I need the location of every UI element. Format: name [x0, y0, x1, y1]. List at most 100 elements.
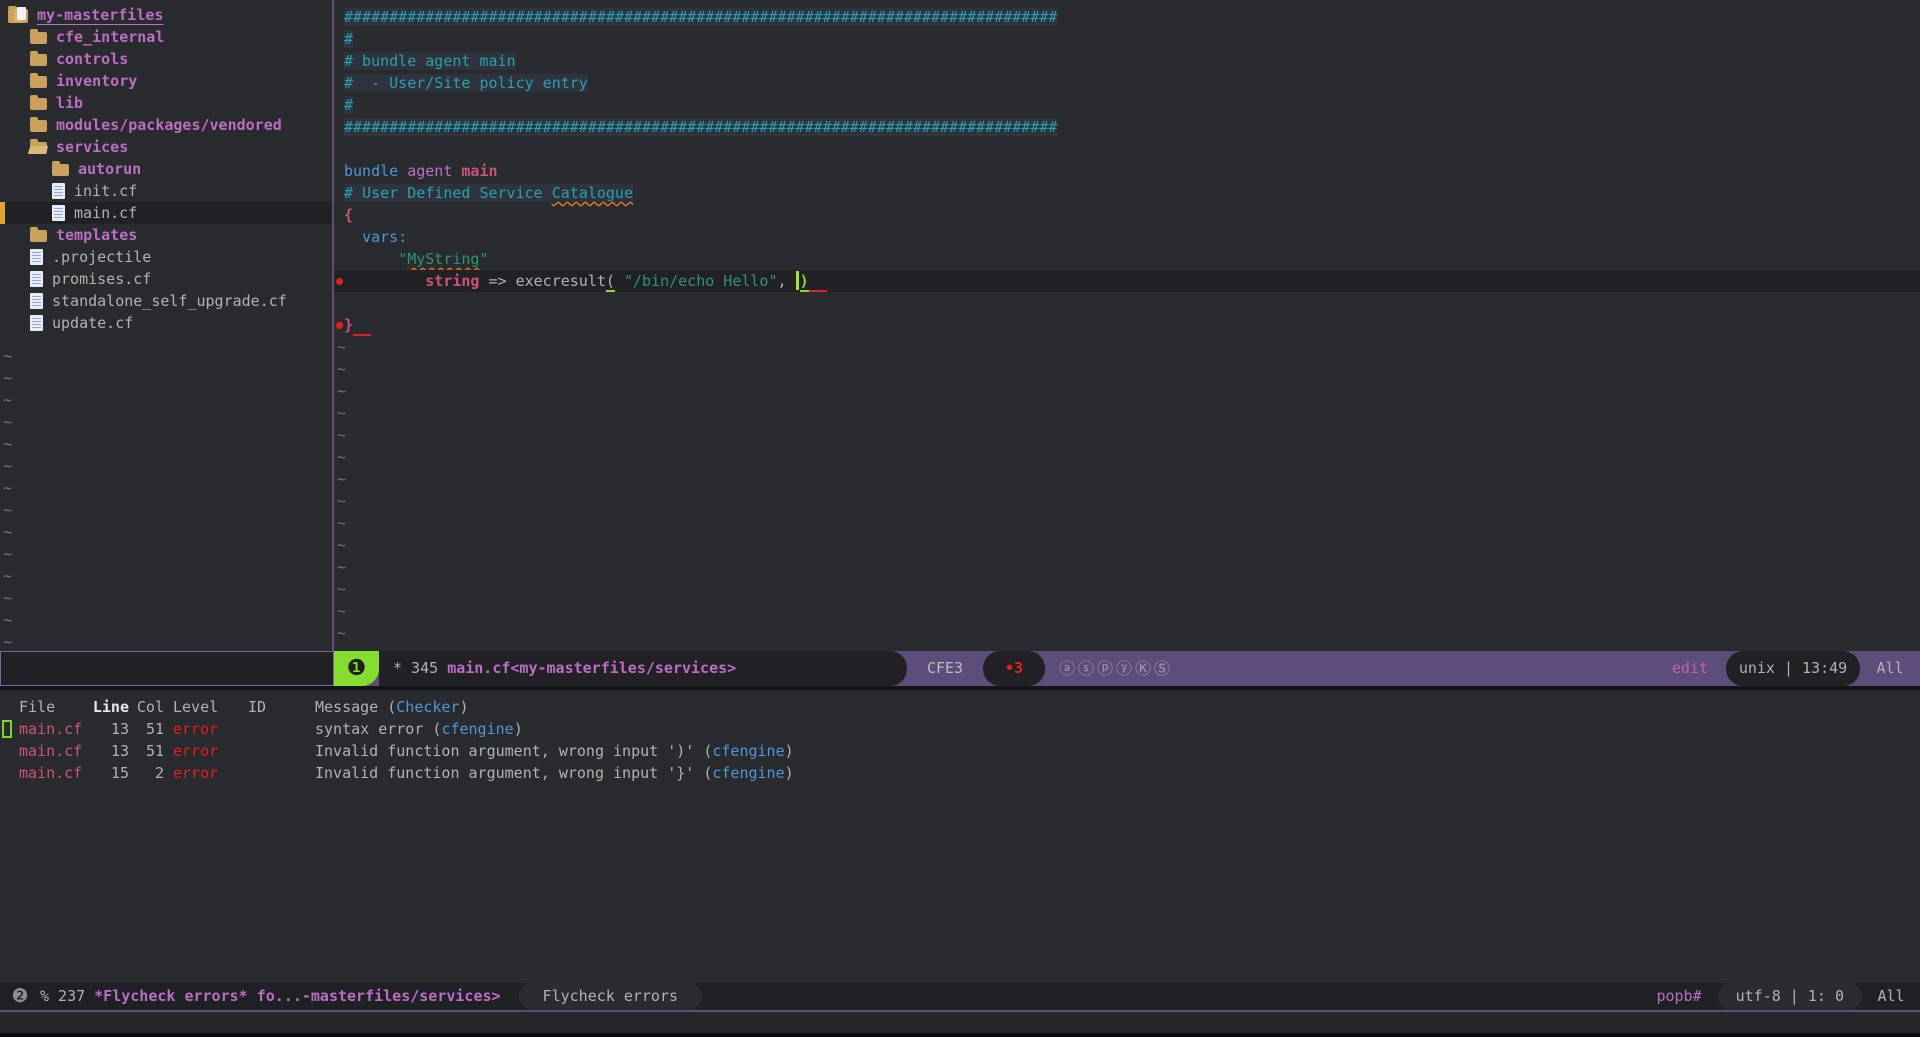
code-line[interactable] [334, 138, 1920, 160]
tree-item[interactable]: .projectile [0, 246, 332, 268]
empty-line-tilde: ~ [334, 446, 1920, 468]
empty-line-tilde: ~ [0, 455, 332, 477]
code-line[interactable] [334, 292, 1920, 314]
file-icon [30, 271, 43, 287]
tree-item[interactable]: services [0, 136, 332, 158]
tree-item-label: standalone_self_upgrade.cf [52, 292, 287, 310]
error-row[interactable]: main.cf1351errorsyntax error (cfengine) [0, 718, 1920, 740]
tree-item[interactable]: controls [0, 48, 332, 70]
code-line[interactable]: bundle agent main [334, 160, 1920, 182]
tree-item[interactable]: promises.cf [0, 268, 332, 290]
empty-line-tilde: ~ [334, 402, 1920, 424]
tree-item-label: .projectile [52, 248, 151, 266]
window-number-badge-2: ❷ [0, 983, 40, 1010]
tree-empty-lines: ~~~~~~~~~~~~~~ [0, 345, 332, 651]
error-row[interactable]: main.cf1351errorInvalid function argumen… [0, 740, 1920, 762]
major-mode-indicator[interactable]: CFE3 [907, 651, 983, 686]
minor-mode-icons: ⓐⓢⓟⓨⓀⓈ [1045, 651, 1173, 686]
flycheck-error-count[interactable]: •3 [983, 651, 1045, 686]
window-number: ❶ [347, 651, 367, 686]
empty-line-tilde: ~ [0, 521, 332, 543]
code-line[interactable]: # bundle agent main [334, 50, 1920, 72]
file-tree[interactable]: my-masterfiles cfe_internal controlsinvent… [0, 0, 334, 651]
flycheck-rows: main.cf1351errorsyntax error (cfengine)m… [0, 718, 1920, 784]
empty-line-tilde: ~ [0, 433, 332, 455]
tree-item[interactable]: modules/packages/vendored [0, 114, 332, 136]
editor-buffer[interactable]: ########################################… [334, 0, 1920, 651]
tree-item[interactable]: templates [0, 224, 332, 246]
code-lines: ########################################… [334, 6, 1920, 336]
flycheck-error-list: File Line Col Level ID Message (Checker)… [0, 690, 1920, 983]
file-icon [52, 205, 65, 221]
code-line[interactable]: ########################################… [334, 6, 1920, 28]
scroll-position: All [1860, 651, 1920, 686]
empty-line-tilde: ~ [334, 534, 1920, 556]
tree-item-label: templates [56, 226, 137, 244]
active-modeline: ❶ * 345 main.cf<my-masterfiles/services>… [0, 651, 1920, 686]
empty-line-tilde: ~ [334, 578, 1920, 600]
buffer-size: * 345 [393, 659, 447, 677]
tree-item[interactable]: autorun [0, 158, 332, 180]
tree-item-label: init.cf [74, 182, 137, 200]
code-line[interactable]: { [334, 204, 1920, 226]
folder-icon [30, 98, 47, 110]
folder-icon [30, 76, 47, 88]
code-line[interactable]: # User Defined Service Catalogue [334, 182, 1920, 204]
selected-item-bar [0, 202, 5, 224]
tree-item[interactable]: standalone_self_upgrade.cf [0, 290, 332, 312]
tree-item[interactable]: my-masterfiles [0, 4, 332, 26]
empty-line-tilde: ~ [0, 367, 332, 389]
tree-item-label: promises.cf [52, 270, 151, 288]
tree-item-label: main.cf [74, 204, 137, 222]
code-line[interactable]: string => execresult( "/bin/echo Hello",… [334, 270, 1920, 292]
tree-item-label: cfe_internal [56, 28, 164, 46]
empty-line-tilde: ~ [0, 389, 332, 411]
tree-item[interactable]: lib [0, 92, 332, 114]
file-icon [30, 293, 43, 309]
folder-icon [30, 54, 47, 66]
empty-line-tilde: ~ [0, 499, 332, 521]
popup-state: popb# [1656, 983, 1701, 1010]
window-number-badge: ❶ [334, 651, 379, 686]
tree-item[interactable]: cfe_internal [0, 26, 332, 48]
code-line[interactable]: "MyString" [334, 248, 1920, 270]
flycheck-buffer-name[interactable]: *Flycheck errors* fo...-masterfiles/serv… [94, 983, 500, 1010]
empty-line-tilde: ~ [0, 565, 332, 587]
code-line[interactable]: # [334, 28, 1920, 50]
file-icon [52, 183, 65, 199]
editor-windows: my-masterfiles cfe_internal controlsinvent… [0, 0, 1920, 651]
empty-line-tilde: ~ [334, 512, 1920, 534]
folder-icon [30, 230, 47, 242]
buffer-status[interactable]: * 345 main.cf<my-masterfiles/services> [379, 651, 907, 686]
empty-line-tilde: ~ [0, 631, 332, 651]
folder-icon [8, 9, 28, 23]
inactive-modeline: ❷ % 237 *Flycheck errors* fo...-masterfi… [0, 983, 1920, 1012]
frame-edge [0, 1033, 1920, 1037]
col-col: Col [129, 696, 164, 718]
flycheck-error-dot-icon [336, 322, 343, 329]
modeline-spacer [1173, 651, 1672, 686]
empty-line-tilde: ~ [334, 622, 1920, 644]
col-message: Message (Checker) [307, 696, 1920, 718]
code-line[interactable]: vars: [334, 226, 1920, 248]
flycheck-major-mode[interactable]: Flycheck errors [519, 983, 702, 1010]
empty-line-tilde: ~ [334, 380, 1920, 402]
empty-line-tilde: ~ [334, 556, 1920, 578]
empty-line-tilde: ~ [334, 468, 1920, 490]
encoding-cursor-position-2: utf-8 | 1: 0 [1718, 983, 1862, 1010]
tree-item-label: update.cf [52, 314, 133, 332]
tree-item[interactable]: inventory [0, 70, 332, 92]
error-row[interactable]: main.cf152errorInvalid function argument… [0, 762, 1920, 784]
tree-item[interactable]: main.cf [0, 202, 332, 224]
code-line[interactable]: # - User/Site policy entry [334, 72, 1920, 94]
code-line[interactable]: # [334, 94, 1920, 116]
tree-item[interactable]: update.cf [0, 312, 332, 334]
scroll-position-2: All [1862, 983, 1920, 1010]
code-line[interactable]: ########################################… [334, 116, 1920, 138]
code-line[interactable]: } [334, 314, 1920, 336]
list-cursor [2, 720, 12, 738]
empty-line-tilde: ~ [0, 477, 332, 499]
col-file: File [19, 696, 92, 718]
tree-item[interactable]: init.cf [0, 180, 332, 202]
echo-area: string execresult(string /Fully qualifie… [0, 1012, 1920, 1033]
